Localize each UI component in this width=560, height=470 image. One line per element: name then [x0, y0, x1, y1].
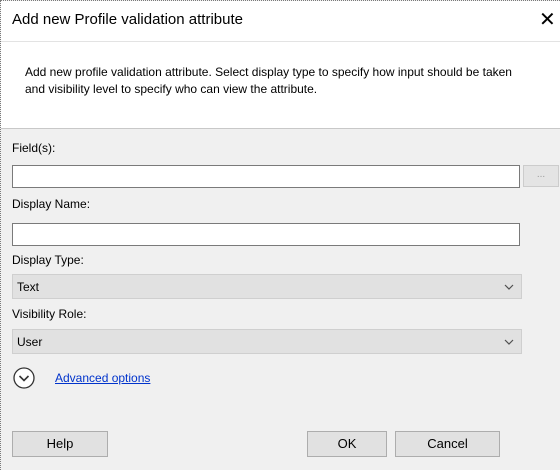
- fields-input[interactable]: [12, 165, 520, 188]
- display-name-label: Display Name:: [12, 197, 91, 211]
- title-bar: Add new Profile validation attribute ✕: [1, 1, 560, 41]
- browse-button[interactable]: ...: [523, 165, 559, 187]
- description-panel: Add new profile validation attribute. Se…: [1, 41, 560, 129]
- ok-button[interactable]: OK: [307, 431, 387, 457]
- visibility-role-label: Visibility Role:: [12, 307, 87, 321]
- display-name-input[interactable]: [12, 223, 520, 246]
- expand-circle-icon[interactable]: [13, 367, 35, 389]
- help-button[interactable]: Help: [12, 431, 108, 457]
- description-text: Add new profile validation attribute. Se…: [25, 65, 512, 96]
- cancel-button[interactable]: Cancel: [395, 431, 500, 457]
- display-type-select[interactable]: Text: [12, 274, 522, 299]
- fields-label: Field(s):: [12, 141, 56, 155]
- chevron-down-icon: [504, 339, 514, 345]
- display-type-label: Display Type:: [12, 253, 84, 267]
- dialog-window: Add new Profile validation attribute ✕ A…: [0, 0, 560, 470]
- close-icon[interactable]: ✕: [539, 7, 560, 33]
- advanced-options-link[interactable]: Advanced options: [55, 371, 150, 385]
- dialog-title: Add new Profile validation attribute: [12, 11, 243, 28]
- visibility-role-select[interactable]: User: [12, 329, 522, 354]
- visibility-role-value: User: [17, 335, 43, 349]
- chevron-down-icon: [504, 284, 514, 290]
- display-type-value: Text: [17, 280, 40, 294]
